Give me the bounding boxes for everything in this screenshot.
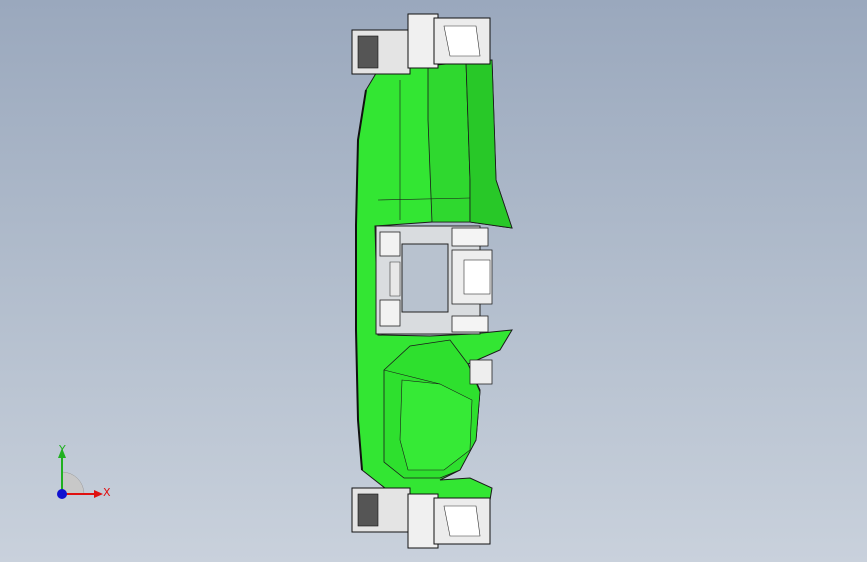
clip-lower-left xyxy=(379,299,401,327)
cad-graphics-viewport[interactable]: X Y xyxy=(0,0,867,562)
side-clip xyxy=(469,359,493,385)
vent-inner xyxy=(443,25,481,57)
y-axis-label: Y xyxy=(59,443,66,456)
vent-louver xyxy=(357,35,379,69)
z-axis-dot xyxy=(57,489,67,499)
dashboard-3d-model[interactable] xyxy=(0,0,867,562)
vent-louver xyxy=(357,493,379,527)
clip-upper-left xyxy=(379,231,401,257)
x-axis-label: X xyxy=(103,486,111,499)
center-stack-opening xyxy=(401,243,449,313)
orientation-triad[interactable] xyxy=(40,436,120,516)
bracket-tab xyxy=(463,259,491,295)
clip-lower-right xyxy=(451,315,489,333)
x-axis-arrow xyxy=(94,490,103,498)
upper-panel-side xyxy=(465,59,513,229)
vent-inner xyxy=(443,505,481,537)
side-rail xyxy=(389,261,401,297)
clip-upper-right xyxy=(451,227,489,247)
